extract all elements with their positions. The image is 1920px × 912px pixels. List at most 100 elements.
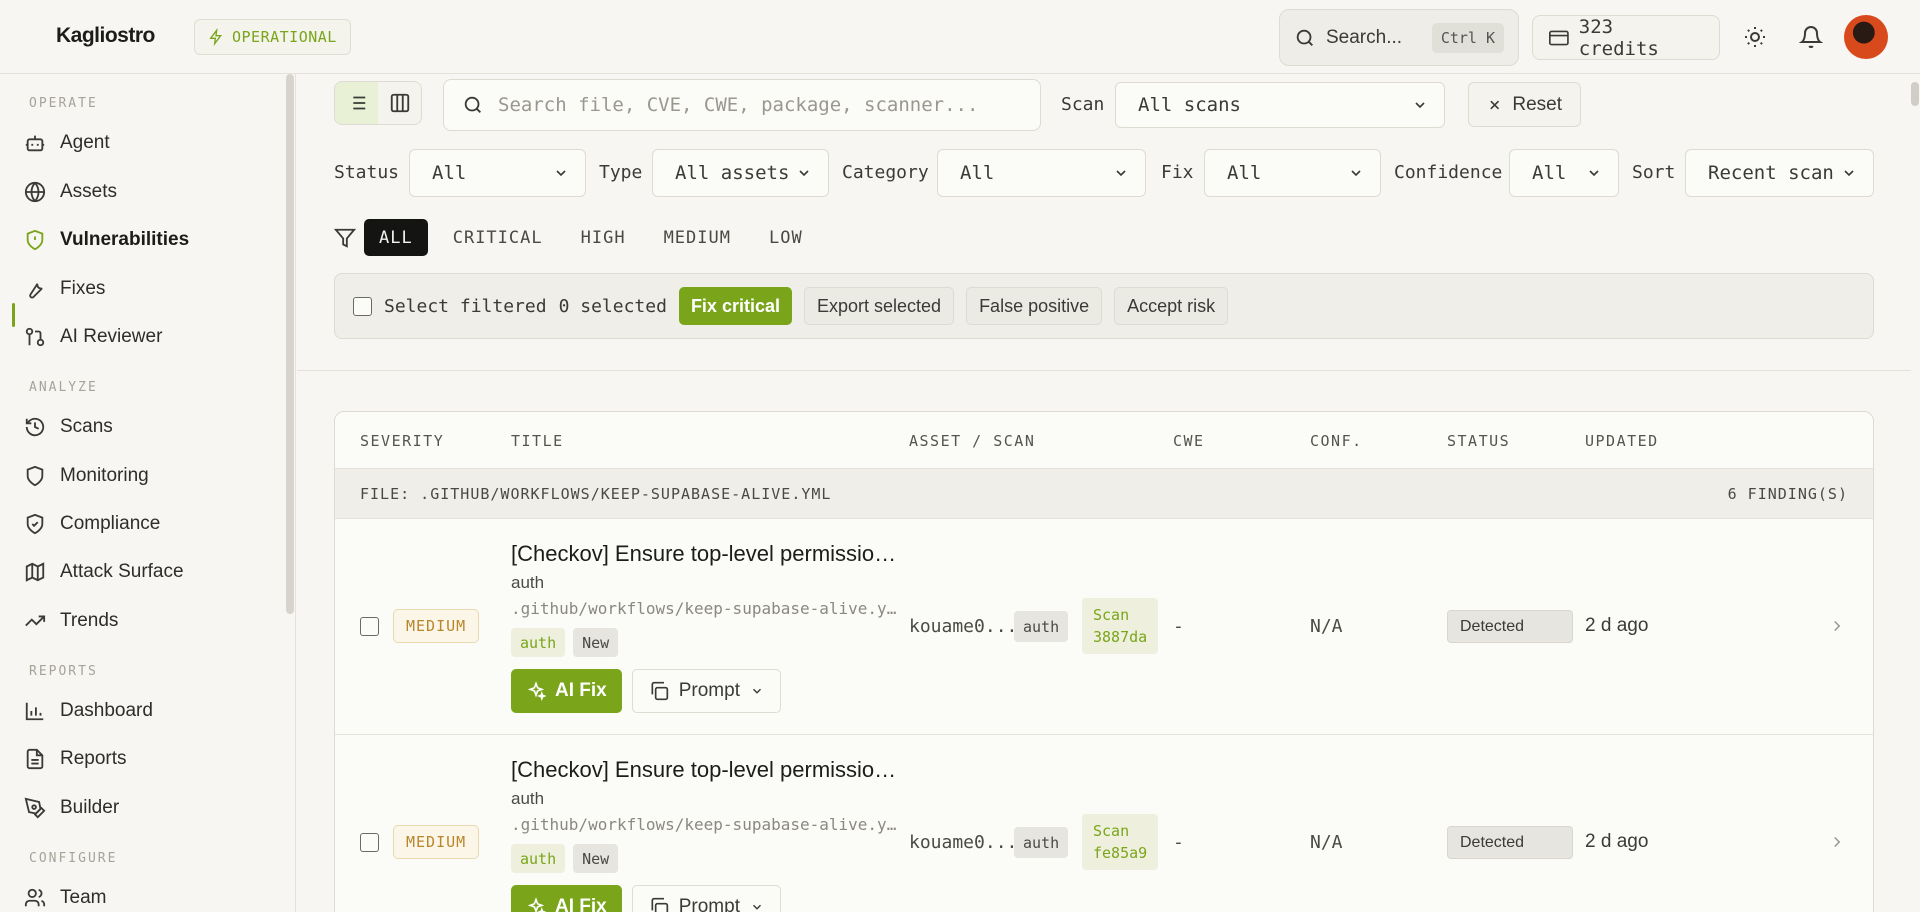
- finding-path: .github/workflows/keep-supabase-alive.ym…: [511, 815, 899, 834]
- sidebar-item-monitoring[interactable]: Monitoring: [24, 456, 274, 496]
- confidence-filter-select[interactable]: All: [1509, 149, 1619, 197]
- ai-fix-label: AI Fix: [555, 680, 607, 701]
- prompt-button[interactable]: Prompt: [631, 885, 781, 912]
- sidebar-item-fixes[interactable]: Fixes: [24, 269, 274, 309]
- sidebar-item-attack-surface[interactable]: Attack Surface: [24, 552, 274, 592]
- column-status[interactable]: STATUS: [1447, 432, 1510, 450]
- chevron-down-icon: [752, 688, 761, 694]
- sidebar-item-builder[interactable]: Builder: [24, 788, 274, 828]
- selected-count: 0 selected: [558, 295, 667, 317]
- column-cwe[interactable]: CWE: [1173, 432, 1205, 450]
- export-selected-button[interactable]: Export selected: [803, 287, 955, 325]
- tab-critical[interactable]: CRITICAL: [434, 219, 562, 256]
- sidebar-item-scans[interactable]: Scans: [24, 407, 274, 447]
- table-row[interactable]: MEDIUM [Checkov] Ensure top-level permis…: [335, 519, 1873, 735]
- filter-icon: [334, 228, 356, 248]
- sort-select[interactable]: Recent scan: [1685, 149, 1874, 197]
- top-bar: Kagliostro OPERATIONAL Search... Ctrl K …: [0, 0, 1920, 74]
- sidebar-item-trends[interactable]: Trends: [24, 601, 274, 641]
- table-row[interactable]: MEDIUM [Checkov] Ensure top-level permis…: [335, 735, 1873, 912]
- reset-button[interactable]: Reset: [1468, 82, 1581, 127]
- false-positive-button[interactable]: False positive: [966, 287, 1103, 325]
- main-content: Search file, CVE, CWE, package, scanner.…: [297, 74, 1919, 912]
- row-checkbox[interactable]: [360, 833, 379, 852]
- sidebar-item-team[interactable]: Team: [24, 878, 274, 912]
- sidebar-item-label: AI Reviewer: [60, 326, 163, 347]
- sidebar-item-compliance[interactable]: Compliance: [24, 504, 274, 544]
- fix-critical-button[interactable]: Fix critical: [678, 287, 792, 325]
- column-severity[interactable]: SEVERITY: [360, 432, 444, 450]
- type-filter-select[interactable]: All assets: [652, 149, 829, 197]
- finding-title[interactable]: [Checkov] Ensure top-level permissions a…: [511, 541, 903, 567]
- file-text-icon: [26, 748, 44, 770]
- accept-risk-button[interactable]: Accept risk: [1114, 287, 1229, 325]
- severity-badge: MEDIUM: [393, 825, 480, 859]
- row-checkbox[interactable]: [360, 617, 379, 636]
- map-icon: [25, 562, 45, 582]
- chevron-right-icon[interactable]: [1828, 617, 1846, 635]
- sidebar-item-reports[interactable]: Reports: [24, 739, 274, 779]
- tab-medium[interactable]: MEDIUM: [645, 219, 750, 256]
- scan-select[interactable]: All scans: [1115, 82, 1445, 128]
- sidebar-item-ai-reviewer[interactable]: AI Reviewer: [24, 317, 274, 357]
- category-filter-select[interactable]: All: [937, 149, 1146, 197]
- tab-high[interactable]: HIGH: [562, 219, 645, 256]
- asset-name[interactable]: kouame0...: [909, 832, 1017, 853]
- wrench-icon: [29, 283, 43, 299]
- filters-panel: Search file, CVE, CWE, package, scanner.…: [297, 74, 1911, 371]
- sidebar-item-label: Assets: [60, 181, 118, 202]
- select-filtered-checkbox[interactable]: [353, 296, 372, 316]
- file-group-header[interactable]: FILE: .GITHUB/WORKFLOWS/KEEP-SUPABASE-AL…: [335, 469, 1873, 519]
- column-title[interactable]: TITLE: [511, 432, 564, 450]
- finding-path: .github/workflows/keep-supabase-alive.ym…: [511, 599, 899, 618]
- tab-all[interactable]: ALL: [364, 219, 428, 256]
- findings-search-input[interactable]: Search file, CVE, CWE, package, scanner.…: [443, 79, 1041, 131]
- pen-tool-icon: [24, 797, 46, 819]
- view-toggle[interactable]: [334, 81, 422, 125]
- theme-toggle-button[interactable]: [1740, 22, 1770, 52]
- table-header: SEVERITY TITLE ASSET / SCAN CWE CONF. ST…: [335, 412, 1873, 469]
- app-logo[interactable]: Kagliostro: [56, 24, 155, 48]
- column-asset-scan[interactable]: ASSET / SCAN: [909, 432, 1035, 450]
- list-view-button[interactable]: [335, 82, 378, 124]
- chevron-right-icon[interactable]: [1828, 833, 1846, 851]
- finding-tags: auth New: [511, 844, 619, 873]
- sidebar-item-agent[interactable]: Agent: [24, 123, 274, 163]
- fix-filter-select[interactable]: All: [1204, 149, 1381, 197]
- users-icon: [24, 888, 46, 907]
- sidebar-item-label: Agent: [60, 132, 110, 153]
- bar-chart-icon: [25, 702, 44, 721]
- fix-filter-value: All: [1227, 162, 1262, 184]
- sort-select-value: Recent scan: [1708, 162, 1834, 184]
- scan-tag[interactable]: Scan fe85a9: [1082, 814, 1158, 870]
- file-group-count: 6 FINDING(S): [1727, 485, 1848, 503]
- list-icon: [348, 96, 365, 110]
- reset-label: Reset: [1512, 93, 1562, 115]
- category-filter-value: All: [960, 162, 995, 184]
- user-avatar[interactable]: [1844, 15, 1888, 59]
- ai-fix-button[interactable]: AI Fix: [511, 885, 622, 912]
- ai-fix-button[interactable]: AI Fix: [511, 669, 622, 713]
- active-indicator: [12, 303, 15, 327]
- tab-low[interactable]: LOW: [750, 219, 822, 256]
- sidebar-item-dashboard[interactable]: Dashboard: [24, 691, 274, 731]
- chevron-down-icon: [752, 904, 761, 910]
- scan-tag[interactable]: Scan 3887da: [1082, 598, 1158, 654]
- credits-button[interactable]: 323 credits: [1532, 15, 1720, 60]
- status-filter-select[interactable]: All: [409, 149, 586, 197]
- columns-view-button[interactable]: [378, 82, 421, 124]
- column-updated[interactable]: UPDATED: [1585, 432, 1659, 450]
- system-status-badge[interactable]: OPERATIONAL: [194, 19, 351, 55]
- column-confidence[interactable]: CONF.: [1310, 432, 1363, 450]
- sidebar-item-vulnerabilities[interactable]: Vulnerabilities: [24, 220, 274, 260]
- main-scrollbar[interactable]: [1911, 82, 1919, 106]
- finding-title[interactable]: [Checkov] Ensure top-level permissions a…: [511, 757, 903, 783]
- scan-tag-id: fe85a9: [1093, 844, 1148, 862]
- sidebar-scrollbar[interactable]: [286, 74, 294, 614]
- notifications-button[interactable]: [1796, 22, 1826, 52]
- sidebar-item-assets[interactable]: Assets: [24, 172, 274, 212]
- global-search[interactable]: Search... Ctrl K: [1279, 9, 1519, 66]
- prompt-button[interactable]: Prompt: [631, 669, 781, 713]
- chevron-down-icon: [1415, 102, 1425, 109]
- asset-name[interactable]: kouame0...: [909, 616, 1017, 637]
